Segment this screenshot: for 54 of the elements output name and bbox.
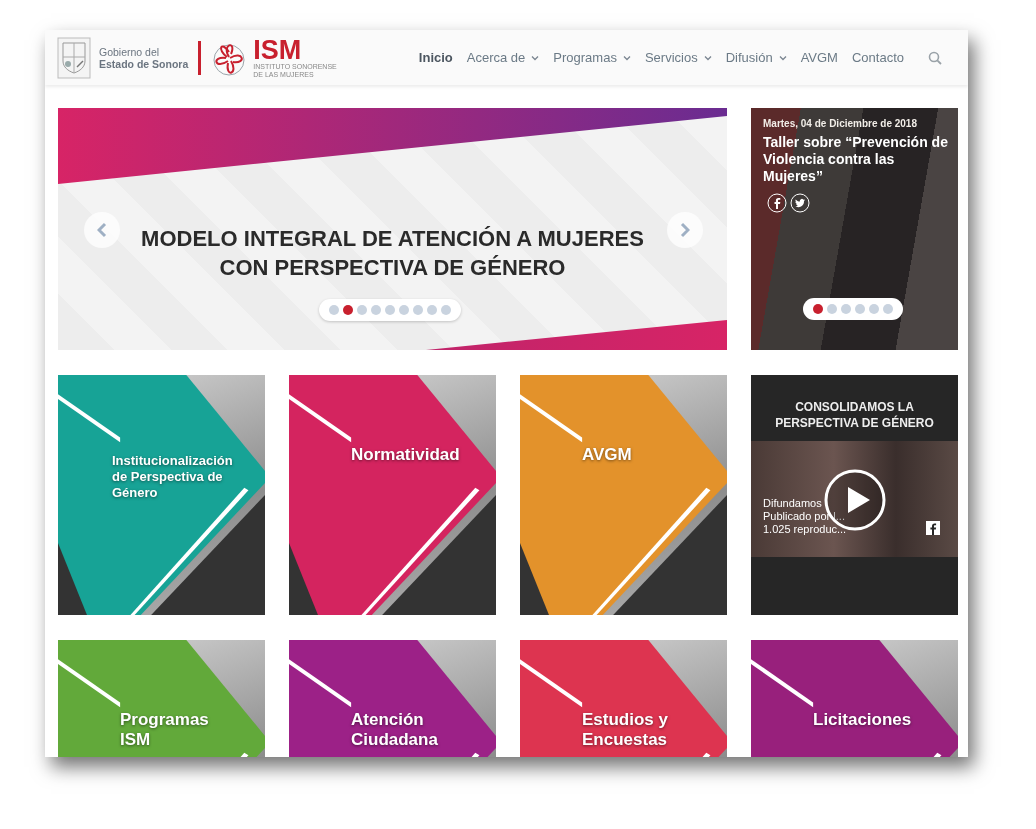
- news-date: Martes, 04 de Diciembre de 2018: [763, 118, 918, 129]
- news-title[interactable]: Taller sobre “Prevención de Violencia contra las Mujeres”: [763, 134, 950, 185]
- facebook-icon[interactable]: [767, 193, 787, 213]
- section-tile-drawing[interactable]: [58, 375, 265, 615]
- slide-dot[interactable]: [385, 305, 395, 315]
- slide-dot[interactable]: [869, 304, 879, 314]
- search-icon[interactable]: [928, 50, 942, 65]
- government-name: Estado de Sonora: [99, 57, 189, 70]
- slide-dot[interactable]: [813, 304, 823, 314]
- nav-link[interactable]: Contacto: [851, 50, 904, 65]
- bird-icon[interactable]: [790, 193, 810, 213]
- section-tile-drawing[interactable]: [289, 375, 496, 615]
- section-tile-drawing[interactable]: [520, 375, 727, 615]
- video-heading: CONSOLIDAMOS LA PERSPECTIVA DE GÉNERO: [774, 399, 935, 432]
- slide-dot[interactable]: [841, 304, 851, 314]
- slide-dot[interactable]: [371, 305, 381, 315]
- tile-title[interactable]: Licitaciones: [813, 710, 928, 730]
- slide-dot[interactable]: [855, 304, 865, 314]
- nav-link[interactable]: Inicio: [418, 50, 453, 65]
- nav-link[interactable]: Programas: [553, 50, 631, 65]
- tile-title[interactable]: Institucionalización de Perspectiva de Género: [112, 453, 242, 501]
- slide-dot[interactable]: [427, 305, 437, 315]
- chevron-icon: [622, 54, 631, 61]
- chevron-icon: [778, 54, 787, 61]
- tile-title[interactable]: Normatividad: [351, 445, 466, 465]
- video-caption-line: 1.025 reproduc...: [763, 523, 847, 536]
- video-caption-line: Difundamos: [763, 497, 823, 510]
- nav-link[interactable]: AVGM: [800, 50, 838, 65]
- next-slide-button[interactable]: [667, 212, 703, 248]
- slide-dot[interactable]: [883, 304, 893, 314]
- nav-link[interactable]: Acerca de: [466, 50, 540, 65]
- facebook-icon[interactable]: [926, 521, 940, 535]
- slide-dot[interactable]: [329, 305, 339, 315]
- slide-dot[interactable]: [827, 304, 837, 314]
- tile-title[interactable]: Atención Ciudadana: [351, 710, 466, 750]
- slide-dot[interactable]: [413, 305, 423, 315]
- slide-dot[interactable]: [357, 305, 367, 315]
- tile-title[interactable]: Estudios y Encuestas: [582, 710, 697, 750]
- previous-slide-button[interactable]: [84, 212, 120, 248]
- chevron-icon: [703, 54, 712, 61]
- chevron-left-icon: [97, 222, 107, 238]
- tile-title[interactable]: Programas ISM: [120, 710, 235, 750]
- nav-link[interactable]: Difusión: [725, 50, 787, 65]
- coat-of-arms-icon: [57, 36, 91, 79]
- brand-name: ISM: [253, 36, 302, 63]
- government-name: Gobierno del: [99, 45, 161, 58]
- slide-dot[interactable]: [399, 305, 409, 315]
- slide-title: MODELO INTEGRAL DE ATENCIÓN A MUJERES CON PERSPECTIVA DE GÉNERO: [140, 225, 645, 282]
- slide-dot[interactable]: [343, 305, 353, 315]
- chevron-icon: [531, 54, 540, 61]
- slide-dot[interactable]: [441, 305, 451, 315]
- tile-title[interactable]: AVGM: [582, 445, 697, 465]
- chevron-right-icon: [680, 222, 690, 238]
- nav-link[interactable]: Servicios: [644, 50, 712, 65]
